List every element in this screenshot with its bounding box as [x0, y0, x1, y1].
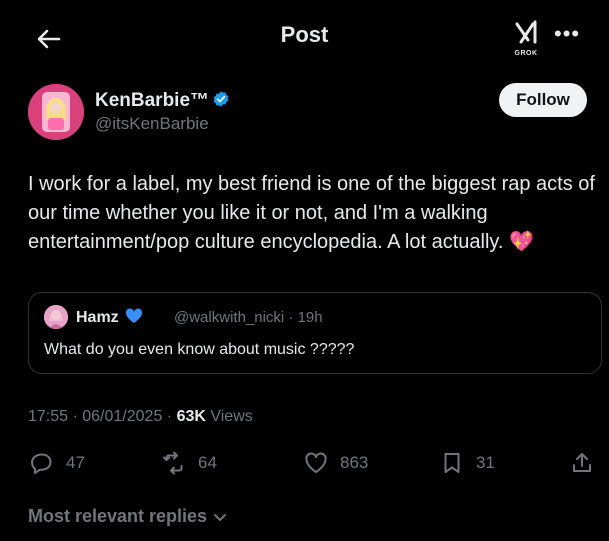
share-icon	[573, 453, 591, 472]
replies-sort-dropdown[interactable]: Most relevant replies	[28, 506, 228, 527]
views-label: Views	[205, 408, 253, 425]
quote-text: What do you even know about music ?????	[44, 341, 355, 358]
chevron-down-icon	[214, 513, 227, 521]
quote-author-name: Hamz	[76, 308, 143, 327]
sparkling-heart-emoji: 💖	[509, 231, 534, 253]
grok-icon	[515, 20, 537, 44]
avatar[interactable]	[28, 84, 84, 140]
tweet-meta: 17:55 · 06/01/2025 · 63K Views	[28, 408, 253, 426]
bookmark-icon	[444, 453, 460, 473]
display-name-text[interactable]: KenBarbie™	[95, 90, 209, 111]
share-button[interactable]	[570, 450, 606, 476]
reply-count: 47	[66, 453, 85, 472]
heart-icon	[305, 452, 327, 473]
views-count[interactable]: 63K	[177, 408, 206, 425]
like-button[interactable]: 863	[304, 450, 368, 476]
quote-name-text: Hamz	[76, 309, 119, 326]
author-handle[interactable]: @itsKenBarbie	[95, 114, 209, 134]
timestamp: 17:55 · 06/01/2025 ·	[28, 408, 177, 425]
blue-heart-icon	[125, 308, 143, 324]
bookmark-button[interactable]: 31	[440, 450, 495, 476]
grok-button[interactable]: GROK	[508, 18, 544, 58]
more-options-icon[interactable]: •••	[554, 23, 582, 45]
quoted-tweet[interactable]: Hamz @walkwith_nicki · 19h What do you e…	[28, 292, 602, 374]
reply-button[interactable]: 47	[30, 450, 85, 476]
repost-count: 64	[198, 453, 217, 472]
tweet-text: I work for a label, my best friend is on…	[28, 170, 598, 257]
verified-badge-icon	[213, 91, 229, 107]
reply-icon	[31, 453, 52, 474]
replies-sort-label: Most relevant replies	[28, 506, 208, 526]
follow-button[interactable]: Follow	[499, 83, 587, 117]
repost-icon	[163, 451, 183, 475]
grok-label: GROK	[514, 50, 538, 57]
quote-handle-time: @walkwith_nicki · 19h	[174, 309, 323, 326]
author-display-name[interactable]: KenBarbie™	[95, 90, 230, 112]
bookmark-count: 31	[476, 453, 495, 472]
like-count: 863	[340, 453, 369, 472]
repost-button[interactable]: 64	[162, 450, 217, 476]
quote-avatar	[44, 305, 68, 329]
